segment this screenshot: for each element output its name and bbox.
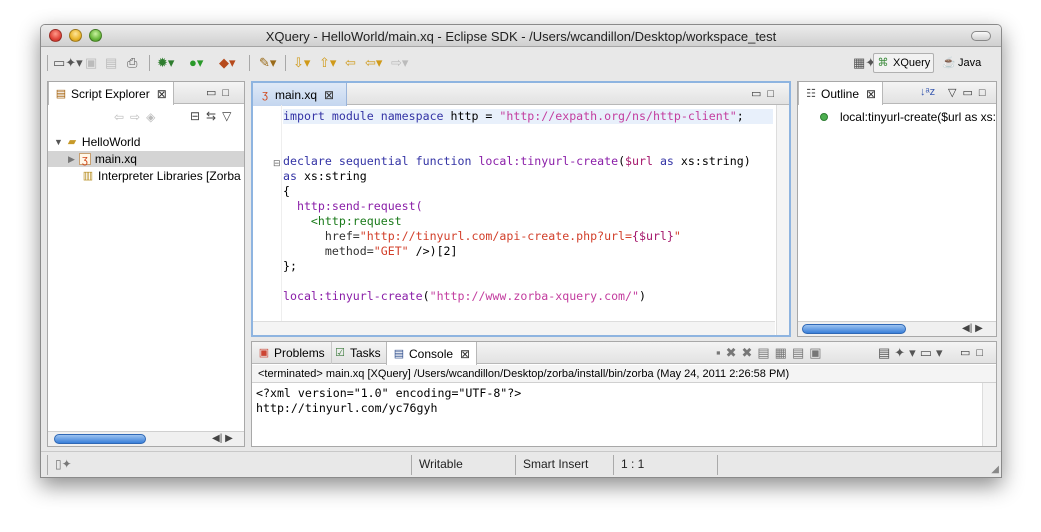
close-tab-icon[interactable]: ⊠: [324, 88, 334, 102]
previous-annotation-icon[interactable]: ⇧▾: [319, 54, 336, 72]
save-all-icon[interactable]: ▤: [105, 54, 117, 72]
view-menu-minimize-maximize-icon[interactable]: ▽▭□: [948, 86, 992, 99]
code-line: {: [283, 184, 290, 198]
java-perspective-icon: ☕: [942, 57, 956, 69]
script-explorer-icon: ▤: [55, 87, 67, 100]
perspective-xquery[interactable]: ⌘ XQuery: [873, 53, 935, 73]
code-line: declare sequential function local:tinyur…: [283, 154, 751, 168]
console-output[interactable]: <?xml version="1.0" encoding="UTF-8"?> h…: [256, 386, 521, 416]
xquery-file-icon: ʒ: [262, 88, 268, 101]
tab-outline[interactable]: ☷ Outline ⊠: [798, 82, 884, 105]
status-insert-mode: Smart Insert: [523, 457, 589, 471]
tab-problems[interactable]: ▣ Problems: [252, 342, 332, 364]
code-line: http:send-request(: [283, 199, 423, 213]
close-tab-icon[interactable]: ⊠: [866, 87, 876, 101]
editor-tabstrip: ʒ main.xq ⊠ ▭□: [253, 83, 789, 106]
function-icon: [820, 113, 828, 121]
script-explorer-panel: ▤ Script Explorer ⊠ ▭□ ⇦⇨◈ ⊟⇆▽ ▼ ▰ Hello…: [47, 81, 245, 447]
code-line: <http:request: [283, 214, 402, 228]
tree-item-helloworld[interactable]: ▼ ▰ HelloWorld: [54, 134, 244, 150]
minimize-maximize-icon[interactable]: ▭□: [206, 86, 235, 99]
expanded-arrow-icon: ▼: [54, 137, 63, 147]
sort-icon[interactable]: ↓ᵃz: [920, 86, 935, 98]
editor-panel: ʒ main.xq ⊠ ▭□ ⊟ import module namespace…: [251, 81, 791, 337]
console-toolbar-icons[interactable]: ▪✖✖▤▦▤▣: [716, 345, 827, 361]
minimize-maximize-icon[interactable]: ▭□: [960, 346, 989, 359]
status-writable: Writable: [419, 457, 463, 471]
debug-icon[interactable]: ✹▾: [157, 54, 174, 72]
code-line: href="http://tinyurl.com/api-create.php?…: [283, 229, 681, 243]
code-line: import module namespace http = "http://e…: [283, 109, 773, 124]
console-panel: ▣ Problems ☑ Tasks ▤ Console ⊠ ▪✖✖▤▦▤▣ ▤…: [251, 341, 997, 447]
title-bar: XQuery - HelloWorld/main.xq - Eclipse SD…: [41, 25, 1001, 47]
new-icon[interactable]: ▭✦▾: [53, 54, 83, 72]
forward-icon[interactable]: ⇨▾: [391, 54, 408, 72]
editor-overview-ruler[interactable]: [776, 105, 789, 335]
outline-horizontal-scrollbar[interactable]: ◀| ▶: [798, 321, 996, 336]
close-tab-icon[interactable]: ⊠: [157, 87, 167, 101]
xquery-perspective-icon: ⌘: [877, 57, 889, 69]
library-icon: ▥: [82, 170, 94, 182]
tasks-icon: ☑: [335, 347, 345, 359]
close-tab-icon[interactable]: ⊠: [460, 347, 470, 361]
back-icon[interactable]: ⇦▾: [365, 54, 382, 72]
outline-tabstrip: ☷ Outline ⊠ ↓ᵃz ▽▭□: [798, 82, 996, 105]
console-view-icons[interactable]: ▤✦▾▭▾: [878, 345, 947, 361]
perspective-java[interactable]: ☕ Java: [939, 53, 984, 73]
status-bar: ▯✦ Writable Smart Insert 1 : 1 ◢: [41, 451, 1001, 477]
explorer-view-icons[interactable]: ⊟⇆▽: [190, 109, 237, 123]
explorer-horizontal-scrollbar[interactable]: ◀| ▶: [48, 431, 244, 446]
outline-scroll-thumb[interactable]: [802, 324, 906, 334]
explorer-scroll-thumb[interactable]: [54, 434, 146, 444]
script-explorer-tabstrip: ▤ Script Explorer ⊠ ▭□: [48, 82, 244, 105]
run-icon[interactable]: ●▾: [189, 54, 203, 72]
code-line: as xs:string: [283, 169, 367, 183]
tab-main-xq[interactable]: ʒ main.xq ⊠: [253, 83, 347, 106]
tree-item-main-xq[interactable]: ▶ ʒ main.xq: [48, 151, 244, 167]
resize-grip-icon[interactable]: ◢: [991, 464, 999, 475]
code-line: method="GET" />)[2]: [283, 244, 458, 258]
fold-toggle-icon[interactable]: ⊟: [273, 158, 281, 169]
console-line: http://tinyurl.com/yc76gyh: [256, 401, 438, 415]
problems-icon: ▣: [258, 347, 270, 359]
console-header: <terminated> main.xq [XQuery] /Users/wca…: [252, 365, 996, 383]
tab-console[interactable]: ▤ Console ⊠: [386, 342, 478, 365]
print-icon[interactable]: ⎙: [127, 54, 137, 72]
collapsed-arrow-icon: ▶: [68, 153, 75, 164]
status-cursor-position: 1 : 1: [621, 457, 645, 471]
window-title: XQuery - HelloWorld/main.xq - Eclipse SD…: [265, 29, 777, 44]
outline-item-tinyurl-create[interactable]: local:tinyurl-create($url as xs:: [820, 109, 996, 125]
explorer-nav-icons: ⇦⇨◈: [114, 110, 162, 124]
console-vertical-scrollbar[interactable]: [982, 383, 996, 446]
fast-view-icon[interactable]: ▯✦: [55, 457, 72, 471]
main-toolbar: ▭✦▾ ▣ ▤ ⎙ ✹▾ ●▾ ◆▾ ✎▾ ⇩▾ ⇧▾ ⇦ ⇦▾ ⇨▾ ▦✦ ⌘…: [41, 47, 1001, 79]
minimize-maximize-icon[interactable]: ▭□: [751, 87, 780, 100]
tab-script-explorer[interactable]: ▤ Script Explorer ⊠: [48, 82, 174, 105]
scroll-arrows[interactable]: ◀| ▶: [962, 323, 983, 334]
console-tabstrip: ▣ Problems ☑ Tasks ▤ Console ⊠ ▪✖✖▤▦▤▣ ▤…: [252, 342, 996, 365]
last-edit-location-icon[interactable]: ⇦: [345, 54, 356, 72]
save-icon[interactable]: ▣: [85, 54, 97, 72]
search-icon[interactable]: ✎▾: [259, 54, 276, 72]
external-tools-icon[interactable]: ◆▾: [219, 54, 236, 72]
eclipse-window: XQuery - HelloWorld/main.xq - Eclipse SD…: [40, 24, 1002, 478]
outline-panel: ☷ Outline ⊠ ↓ᵃz ▽▭□ local:tinyurl-create…: [797, 81, 997, 337]
tab-tasks[interactable]: ☑ Tasks: [328, 342, 388, 364]
code-line: };: [283, 259, 297, 273]
code-line: local:tinyurl-create("http://www.zorba-x…: [283, 289, 646, 303]
console-icon: ▤: [393, 347, 405, 360]
scroll-arrows[interactable]: ◀| ▶: [212, 433, 233, 444]
outline-icon: ☷: [806, 87, 816, 100]
console-line: <?xml version="1.0" encoding="UTF-8"?>: [256, 386, 522, 400]
xquery-file-icon: ʒ: [78, 153, 91, 166]
toolbar-toggle-button[interactable]: [971, 31, 991, 41]
project-folder-icon: ▰: [67, 136, 77, 148]
tree-item-interpreter-libraries[interactable]: ▥ Interpreter Libraries [Zorba: [82, 168, 244, 184]
next-annotation-icon[interactable]: ⇩▾: [293, 54, 310, 72]
